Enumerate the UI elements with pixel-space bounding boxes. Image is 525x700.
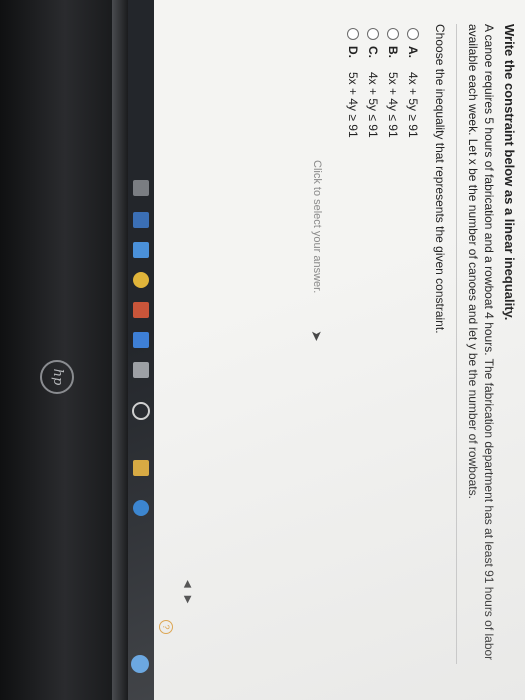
photo-of-laptop: hp Write the constraint below as a linea…: [0, 0, 525, 700]
option-a[interactable]: A. 4x + 5y ≥ 91: [403, 28, 423, 138]
radio-icon[interactable]: [367, 28, 379, 40]
mouse-cursor-icon: ➤: [309, 330, 325, 342]
taskbar: [128, 0, 154, 700]
option-b[interactable]: B. 5x + 4y ≤ 91: [383, 28, 403, 138]
divider: [456, 24, 457, 664]
app-icon[interactable]: [133, 302, 149, 318]
explorer-icon[interactable]: [133, 460, 149, 476]
question-prompt: Choose the inequality that represents th…: [433, 24, 447, 334]
laptop-bezel: [0, 0, 118, 700]
radio-icon[interactable]: [407, 28, 419, 40]
radio-icon[interactable]: [387, 28, 399, 40]
option-letter: A.: [406, 46, 420, 58]
start-icon[interactable]: [131, 655, 149, 673]
store-icon[interactable]: [133, 212, 149, 228]
option-text: 4x + 5y ≥ 91: [406, 72, 420, 138]
option-text: 5x + 4y ≥ 91: [346, 72, 360, 138]
hp-logo-icon: hp: [40, 360, 74, 394]
edge-icon[interactable]: [133, 500, 149, 516]
settings-icon[interactable]: [133, 180, 149, 196]
app-grid-icon[interactable]: [133, 362, 149, 378]
question-body: A canoe requires 5 hours of fabrication …: [466, 24, 496, 661]
option-c[interactable]: C. 4x + 5y ≤ 91: [363, 28, 383, 138]
option-text: 5x + 4y ≤ 91: [386, 72, 400, 138]
radio-icon[interactable]: [347, 28, 359, 40]
answer-options: A. 4x + 5y ≥ 91 B. 5x + 4y ≤ 91 C. 4x + …: [343, 28, 423, 138]
option-text: 4x + 5y ≤ 91: [366, 72, 380, 138]
search-icon[interactable]: [132, 402, 150, 420]
nav-arrows-icon[interactable]: ◀▶: [182, 580, 193, 611]
question-page: Write the constraint below as a linear i…: [153, 20, 523, 680]
option-letter: C.: [366, 46, 380, 58]
laptop-screen: Write the constraint below as a linear i…: [128, 0, 525, 700]
option-letter: D.: [346, 46, 360, 58]
laptop-bezel-edge: [112, 0, 128, 700]
dropbox-icon[interactable]: [133, 332, 149, 348]
option-letter: B.: [386, 46, 400, 58]
chrome-icon[interactable]: [133, 272, 149, 288]
mail-icon[interactable]: [133, 242, 149, 258]
select-answer-hint: Click to select your answer.: [311, 160, 323, 294]
help-button[interactable]: ?: [159, 620, 173, 634]
question-title: Write the constraint below as a linear i…: [502, 24, 517, 321]
option-d[interactable]: D. 5x + 4y ≥ 91: [343, 28, 363, 138]
